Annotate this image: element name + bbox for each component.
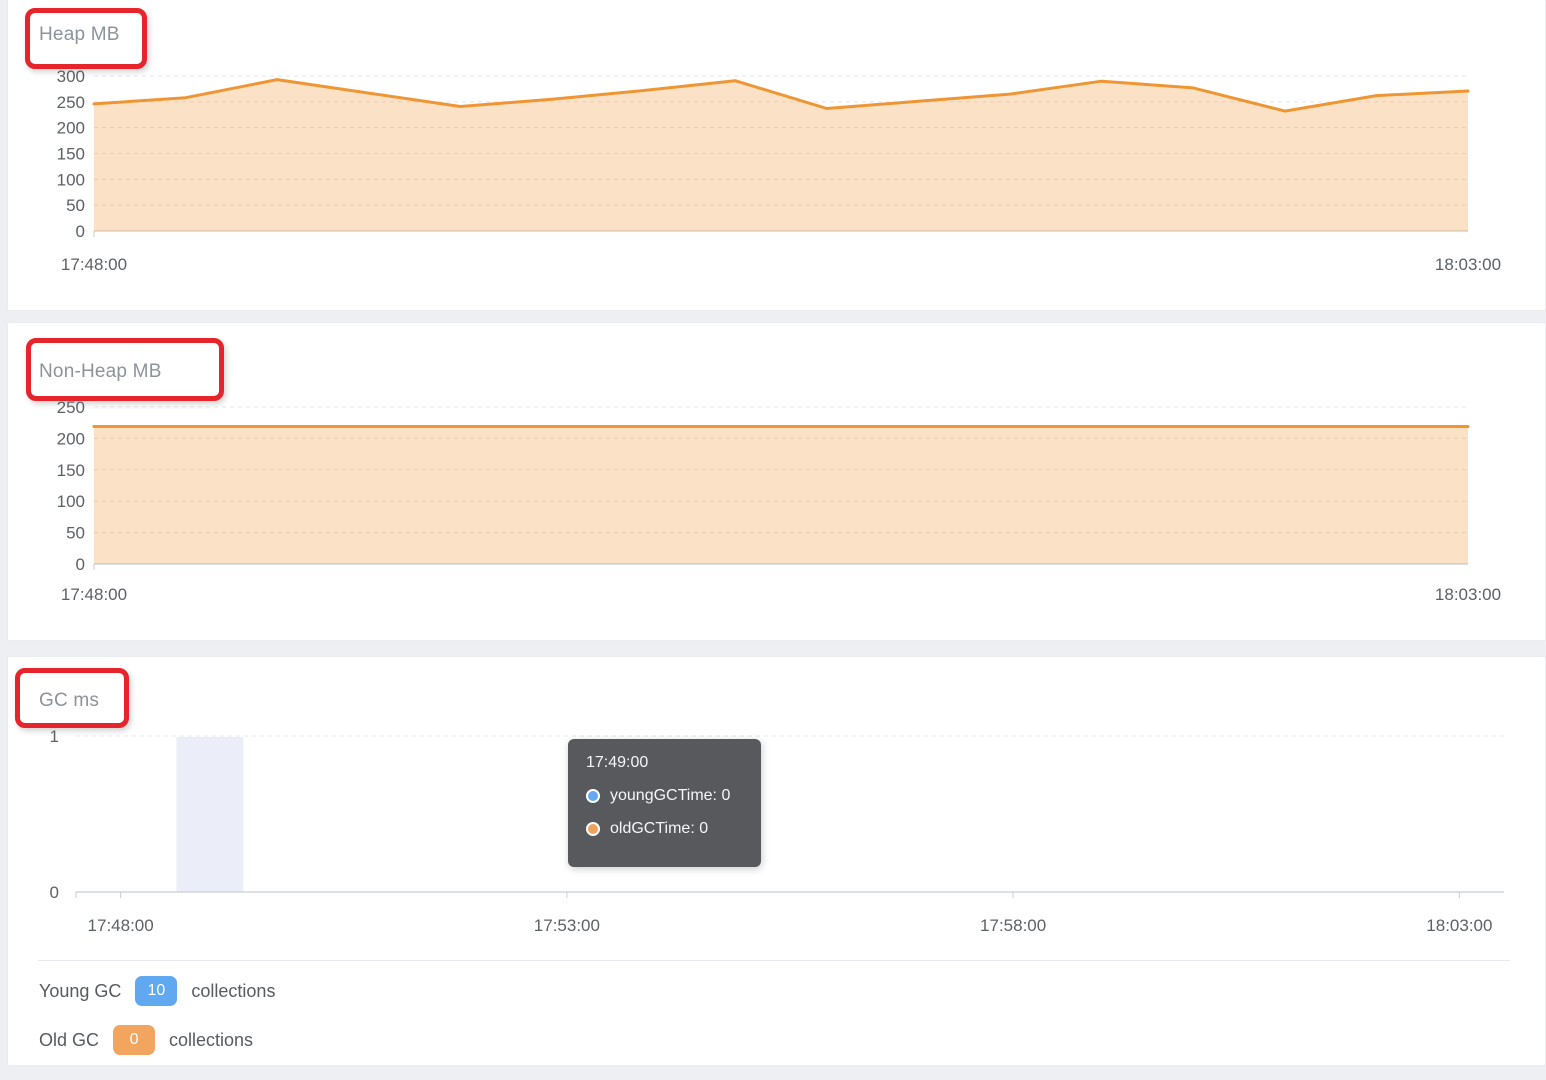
tooltip-row-old: oldGCTime: 0 — [584, 820, 745, 838]
young-gc-label: Young GC — [39, 981, 121, 1002]
young-gc-dot-icon — [586, 789, 600, 803]
old-gc-count-badge: 0 — [113, 1025, 155, 1055]
x-tick-label: 17:58:00 — [980, 916, 1046, 935]
heap-plot: 0 50 100 150 200 250 300 17:48:00 18:03:00 — [57, 67, 1501, 274]
y-tick-label: 250 — [57, 398, 85, 417]
y-tick-label: 150 — [57, 145, 85, 164]
old-gc-label: Old GC — [39, 1030, 99, 1051]
gc-plot: 0 1 17:48:00 17:53:00 17:58:00 18:03:00 — [50, 727, 1504, 935]
y-tick-label: 150 — [57, 461, 85, 480]
tooltip-old-text: oldGCTime: 0 — [610, 820, 708, 838]
jvm-gc-dashboard: Heap MB 05010015020025030017:48:0018:03:… — [0, 0, 1546, 1080]
x-tick-label: 17:48:00 — [61, 585, 127, 604]
gc-panel: GC ms 0117:48:0017:53:0017:58:0018:03:00… — [7, 656, 1546, 1066]
tooltip-row-young: youngGCTime: 0 — [584, 787, 745, 805]
gc-chart[interactable]: 0 1 17:48:00 17:53:00 17:58:00 18:03:00 — [8, 657, 1546, 957]
nonheap-panel: Non-Heap MB 05010015020025017:48:0018:03… — [7, 322, 1546, 641]
heap-chart[interactable]: 0 50 100 150 200 250 300 17:48:00 18:03:00 — [8, 0, 1546, 311]
y-tick-label: 0 — [50, 883, 59, 902]
y-tick-label: 1 — [50, 727, 59, 746]
y-tick-label: 0 — [76, 555, 85, 574]
y-tick-label: 250 — [57, 93, 85, 112]
old-gc-dot-icon — [586, 822, 600, 836]
old-gc-summary-row: Old GC 0 collections — [39, 1025, 253, 1055]
hover-band — [176, 737, 243, 892]
y-tick-label: 100 — [57, 170, 85, 189]
tooltip-time: 17:49:00 — [586, 754, 745, 772]
x-tick-label: 18:03:00 — [1435, 255, 1501, 274]
y-tick-label: 0 — [76, 222, 85, 241]
heap-panel: Heap MB 05010015020025030017:48:0018:03:… — [7, 0, 1546, 311]
footer-divider — [38, 960, 1510, 961]
y-tick-label: 200 — [57, 429, 85, 448]
x-tick-label: 18:03:00 — [1426, 916, 1492, 935]
young-gc-collections-label: collections — [191, 981, 275, 1002]
y-tick-label: 50 — [66, 196, 85, 215]
y-tick-label: 300 — [57, 67, 85, 86]
area-fill — [94, 80, 1468, 231]
x-tick-label: 17:48:00 — [61, 255, 127, 274]
y-tick-label: 100 — [57, 492, 85, 511]
young-gc-count-badge: 10 — [135, 976, 177, 1006]
tooltip-young-text: youngGCTime: 0 — [610, 787, 730, 805]
gc-tooltip: 17:49:00 youngGCTime: 0 oldGCTime: 0 — [568, 739, 761, 867]
x-tick-label: 17:48:00 — [88, 916, 154, 935]
nonheap-chart[interactable]: 0 50 100 150 200 250 17:48:00 18:03:00 — [8, 323, 1546, 642]
area-fill — [94, 427, 1468, 565]
y-tick-label: 50 — [66, 524, 85, 543]
y-tick-label: 200 — [57, 119, 85, 138]
nonheap-plot: 0 50 100 150 200 250 17:48:00 18:03:00 — [57, 398, 1501, 604]
young-gc-summary-row: Young GC 10 collections — [39, 976, 275, 1006]
x-tick-label: 18:03:00 — [1435, 585, 1501, 604]
old-gc-collections-label: collections — [169, 1030, 253, 1051]
x-tick-label: 17:53:00 — [534, 916, 600, 935]
